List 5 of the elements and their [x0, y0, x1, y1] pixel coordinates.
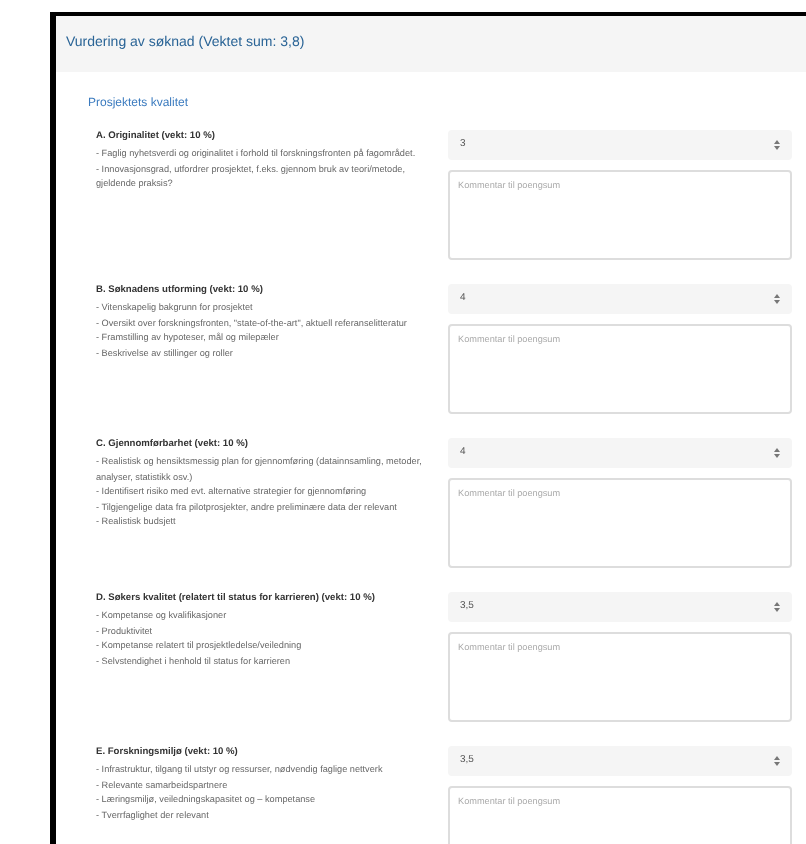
up-down-arrows-icon: [774, 602, 780, 612]
up-down-arrows-icon: [774, 140, 780, 150]
up-down-arrows-icon: [774, 294, 780, 304]
up-down-arrows-icon: [774, 448, 780, 458]
up-down-arrows-icon: [774, 756, 780, 766]
